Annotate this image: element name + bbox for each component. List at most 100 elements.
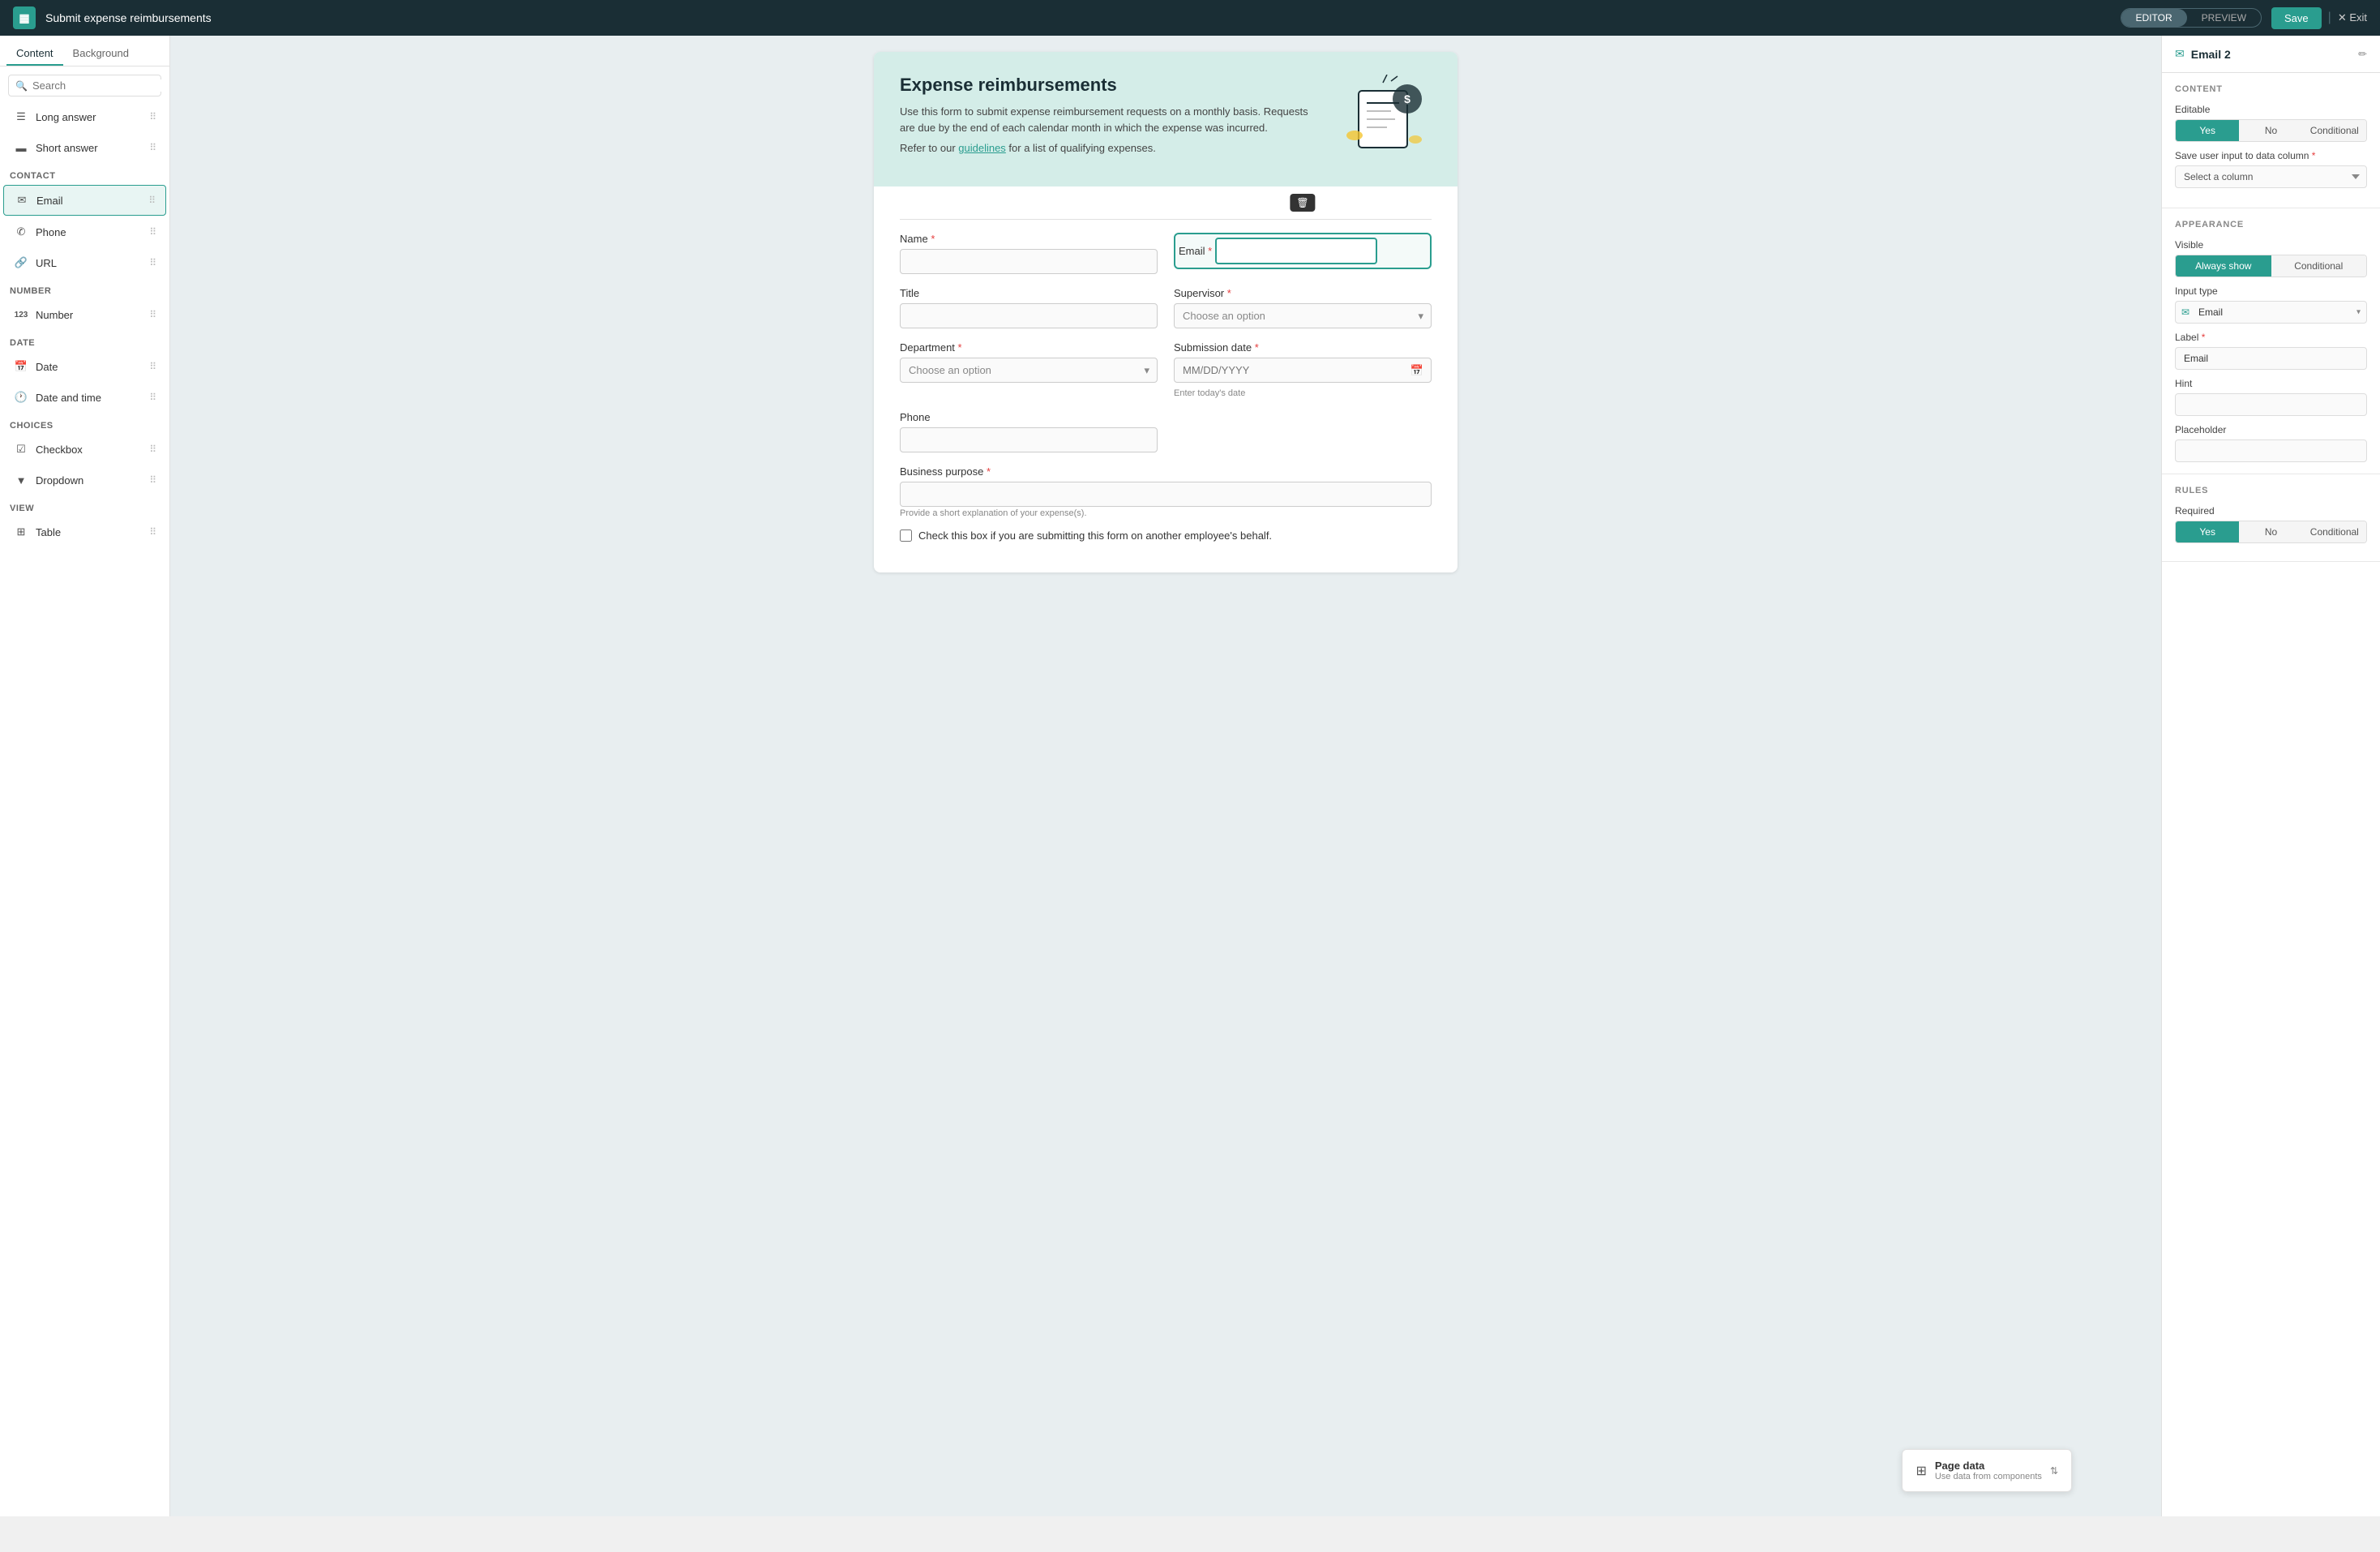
sidebar-item-phone[interactable]: ✆ Phone ⠿ bbox=[3, 217, 166, 247]
sidebar-item-date[interactable]: 📅 Date ⠿ bbox=[3, 352, 166, 381]
sidebar-item-label-checkbox: Checkbox bbox=[36, 444, 143, 456]
drag-handle-date[interactable]: ⠿ bbox=[149, 361, 156, 372]
sidebar-item-label-date: Date bbox=[36, 361, 143, 373]
page-data-expand-icon[interactable]: ⇅ bbox=[2050, 1465, 2058, 1477]
section-date: DATE bbox=[0, 330, 169, 351]
supervisor-select[interactable]: Choose an option bbox=[1174, 303, 1432, 328]
drag-handle-short-answer[interactable]: ⠿ bbox=[149, 142, 156, 153]
business-purpose-label: Business purpose * bbox=[900, 465, 991, 478]
drag-handle-dropdown[interactable]: ⠿ bbox=[149, 474, 156, 486]
input-type-wrap: ✉ Email ▾ bbox=[2175, 301, 2367, 324]
drag-handle-phone[interactable]: ⠿ bbox=[149, 226, 156, 238]
email-field-container: 🗑 Email * bbox=[1174, 233, 1432, 274]
title-label: Title bbox=[900, 287, 1158, 299]
page-data-content: Page data Use data from components bbox=[1935, 1460, 2042, 1481]
supervisor-field: Supervisor * Choose an option ▾ bbox=[1174, 287, 1432, 328]
editor-preview-toggle[interactable]: EDITOR PREVIEW bbox=[2121, 8, 2262, 28]
sidebar-item-short-answer[interactable]: ▬ Short answer ⠿ bbox=[3, 133, 166, 162]
save-button[interactable]: Save bbox=[2271, 7, 2322, 29]
tab-content[interactable]: Content bbox=[6, 42, 63, 66]
search-input[interactable] bbox=[32, 79, 170, 92]
required-conditional-btn[interactable]: Conditional bbox=[2303, 521, 2366, 542]
drag-handle-long-answer[interactable]: ⠿ bbox=[149, 111, 156, 122]
sidebar-item-dropdown[interactable]: ▼ Dropdown ⠿ bbox=[3, 465, 166, 495]
form-header: Expense reimbursements Use this form to … bbox=[874, 52, 1458, 186]
panel-appearance-section: APPEARANCE Visible Always show Condition… bbox=[2162, 208, 2380, 474]
input-type-email-icon: ✉ bbox=[2181, 307, 2190, 318]
always-show-btn[interactable]: Always show bbox=[2176, 255, 2271, 277]
required-no-btn[interactable]: No bbox=[2239, 521, 2302, 542]
sidebar-item-checkbox[interactable]: ☑ Checkbox ⠿ bbox=[3, 435, 166, 464]
sidebar-item-email[interactable]: ✉ Email ⠿ bbox=[3, 185, 166, 216]
sidebar-item-url[interactable]: 🔗 URL ⠿ bbox=[3, 248, 166, 277]
behalf-checkbox-row: Check this box if you are submitting thi… bbox=[900, 529, 1432, 542]
submission-date-input[interactable] bbox=[1174, 358, 1432, 383]
page-data-tooltip: ⊞ Page data Use data from components ⇅ bbox=[1902, 1449, 2072, 1492]
select-column-select[interactable]: Select a column bbox=[2175, 165, 2367, 188]
section-view: VIEW bbox=[0, 495, 169, 517]
business-purpose-section: Business purpose * Provide a short expla… bbox=[900, 465, 1432, 518]
drag-handle-checkbox[interactable]: ⠿ bbox=[149, 444, 156, 455]
form-row-title-supervisor: Title Supervisor * Choose an option ▾ bbox=[900, 287, 1432, 328]
placeholder-input[interactable] bbox=[2175, 439, 2367, 462]
department-select-wrap: Choose an option ▾ bbox=[900, 358, 1158, 383]
date-input-wrap: 📅 bbox=[1174, 358, 1432, 383]
form-row-dept-date: Department * Choose an option ▾ Submi bbox=[900, 341, 1432, 398]
sidebar-item-label-email: Email bbox=[36, 195, 142, 207]
url-icon: 🔗 bbox=[13, 255, 29, 271]
sidebar-item-number[interactable]: 123 Number ⠿ bbox=[3, 300, 166, 329]
calendar-icon: 📅 bbox=[1410, 364, 1423, 377]
required-yes-btn[interactable]: Yes bbox=[2176, 521, 2239, 542]
editable-no-btn[interactable]: No bbox=[2239, 120, 2302, 141]
submission-date-label: Submission date * bbox=[1174, 341, 1432, 354]
main-layout: Content Background 🔍 ☰ Long answer ⠿ ▬ S… bbox=[0, 36, 2380, 1516]
number-icon: 123 bbox=[13, 307, 29, 323]
title-input[interactable] bbox=[900, 303, 1158, 328]
page-data-title: Page data bbox=[1935, 1460, 2042, 1472]
department-field: Department * Choose an option ▾ bbox=[900, 341, 1158, 398]
name-input[interactable] bbox=[900, 249, 1158, 274]
required-label: Required bbox=[2175, 505, 2367, 517]
delete-email-button[interactable]: 🗑 bbox=[1290, 194, 1315, 212]
required-toggle-group: Yes No Conditional bbox=[2175, 521, 2367, 543]
search-box[interactable]: 🔍 bbox=[8, 75, 161, 96]
drag-handle-number[interactable]: ⠿ bbox=[149, 309, 156, 320]
sidebar-item-table[interactable]: ⊞ Table ⠿ bbox=[3, 517, 166, 547]
department-select[interactable]: Choose an option bbox=[900, 358, 1158, 383]
editable-conditional-btn[interactable]: Conditional bbox=[2303, 120, 2366, 141]
email-label: Email * bbox=[1179, 245, 1215, 257]
sidebar-item-date-time[interactable]: 🕐 Date and time ⠿ bbox=[3, 383, 166, 412]
panel-edit-icon[interactable]: ✏ bbox=[2358, 48, 2367, 61]
tab-background[interactable]: Background bbox=[63, 42, 139, 66]
label-field-input[interactable] bbox=[2175, 347, 2367, 370]
sidebar-item-long-answer[interactable]: ☰ Long answer ⠿ bbox=[3, 102, 166, 131]
department-label: Department * bbox=[900, 341, 1158, 354]
submission-date-hint: Enter today's date bbox=[1174, 388, 1432, 398]
behalf-checkbox-label: Check this box if you are submitting thi… bbox=[918, 529, 1272, 542]
drag-handle-url[interactable]: ⠿ bbox=[149, 257, 156, 268]
form-guidelines: Refer to our guidelines for a list of qu… bbox=[900, 142, 1318, 154]
email-input[interactable] bbox=[1215, 238, 1377, 264]
title-field: Title bbox=[900, 287, 1158, 328]
topbar-actions: Save | ✕ Exit bbox=[2271, 7, 2367, 29]
preview-toggle-btn[interactable]: PREVIEW bbox=[2187, 9, 2261, 27]
input-type-select[interactable]: Email bbox=[2175, 301, 2367, 324]
editable-yes-btn[interactable]: Yes bbox=[2176, 120, 2239, 141]
select-column-wrap: Select a column bbox=[2175, 165, 2367, 196]
drag-handle-date-time[interactable]: ⠿ bbox=[149, 392, 156, 403]
sidebar-item-label-number: Number bbox=[36, 309, 143, 321]
conditional-visibility-btn[interactable]: Conditional bbox=[2271, 255, 2367, 277]
behalf-checkbox[interactable] bbox=[900, 529, 912, 542]
phone-input[interactable] bbox=[900, 427, 1158, 452]
panel-email-icon: ✉ bbox=[2175, 47, 2185, 61]
drag-handle-table[interactable]: ⠿ bbox=[149, 526, 156, 538]
drag-handle-email[interactable]: ⠿ bbox=[148, 195, 156, 206]
exit-button[interactable]: ✕ Exit bbox=[2338, 11, 2367, 24]
editor-toggle-btn[interactable]: EDITOR bbox=[2121, 9, 2187, 27]
guidelines-link[interactable]: guidelines bbox=[958, 142, 1006, 154]
right-panel: ✉ Email 2 ✏ CONTENT Editable Yes No Cond… bbox=[2161, 36, 2380, 1516]
hint-input[interactable] bbox=[2175, 393, 2367, 416]
business-purpose-input[interactable] bbox=[900, 482, 1432, 507]
form-title: Expense reimbursements bbox=[900, 75, 1318, 96]
panel-rules-section: RULES Required Yes No Conditional bbox=[2162, 474, 2380, 562]
